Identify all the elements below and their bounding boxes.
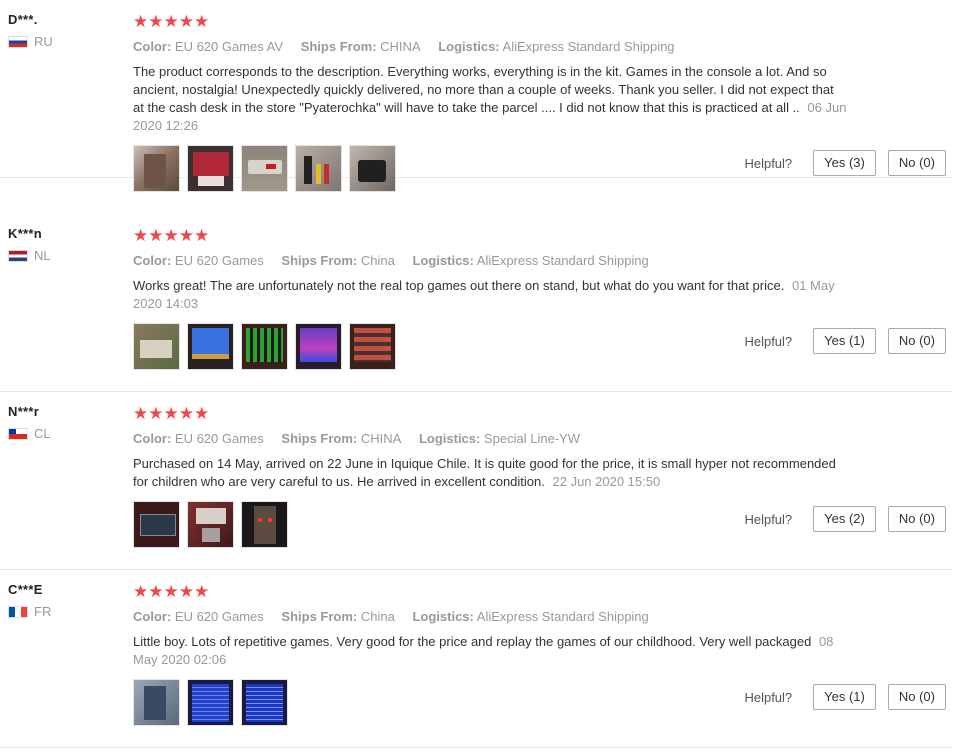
review-photo[interactable] <box>241 501 288 548</box>
review-body: Works great! The are unfortunately not t… <box>133 278 785 293</box>
helpful-no-button[interactable]: No (0) <box>887 506 946 532</box>
review-meta: Color: EU 620 Games Ships From: CHINA Lo… <box>133 431 853 447</box>
review-photo[interactable] <box>133 679 180 726</box>
ships-from-value: CHINA <box>360 431 402 446</box>
ships-from-value: China <box>360 253 395 268</box>
helpful-votes: Helpful? Yes (1) No (0) <box>744 684 946 710</box>
review-text: Works great! The are unfortunately not t… <box>133 277 848 313</box>
helpful-votes: Helpful? Yes (1) No (0) <box>744 328 946 354</box>
logistics-label: Logistics: <box>438 39 500 54</box>
review-photo[interactable] <box>295 323 342 370</box>
logistics-value: AliExpress Standard Shipping <box>476 609 649 624</box>
review-photo[interactable] <box>295 145 342 192</box>
logistics-value: AliExpress Standard Shipping <box>476 253 649 268</box>
reviewer-info: K***n NL <box>8 226 51 263</box>
color-value: EU 620 Games <box>174 253 264 268</box>
helpful-label: Helpful? <box>744 333 793 349</box>
logistics-value: Special Line-YW <box>483 431 581 446</box>
ships-from-value: CHINA <box>380 39 421 54</box>
review-photo[interactable] <box>187 145 234 192</box>
helpful-label: Helpful? <box>744 511 793 527</box>
review-photo[interactable] <box>133 501 180 548</box>
review-text: The product corresponds to the descripti… <box>133 63 848 135</box>
reviewer-name: C***E <box>8 582 43 597</box>
star-rating: ★★★★★ <box>133 12 210 31</box>
color-value: EU 620 Games AV <box>174 39 284 54</box>
logistics-label: Logistics: <box>418 431 481 446</box>
review-photo[interactable] <box>187 679 234 726</box>
color-label: Color: <box>133 39 172 54</box>
review-photo[interactable] <box>349 145 396 192</box>
helpful-yes-button[interactable]: Yes (1) <box>813 684 876 710</box>
flag-fr-icon <box>8 605 28 618</box>
logistics-label: Logistics: <box>412 609 474 624</box>
review-item: N***r CL ★★★★★ Color: EU 620 Games Ships… <box>0 392 952 570</box>
reviewer-country: NL <box>34 248 51 263</box>
review-meta: Color: EU 620 Games Ships From: China Lo… <box>133 253 853 269</box>
star-rating: ★★★★★ <box>133 404 210 423</box>
color-value: EU 620 Games <box>174 431 264 446</box>
helpful-yes-button[interactable]: Yes (3) <box>813 150 876 176</box>
review-body: Purchased on 14 May, arrived on 22 June … <box>133 456 836 489</box>
review-photos <box>133 323 396 370</box>
helpful-votes: Helpful? Yes (2) No (0) <box>744 506 946 532</box>
reviewer-country: CL <box>34 426 51 441</box>
ships-from-label: Ships From: <box>281 609 358 624</box>
reviewer-name: D***. <box>8 12 38 27</box>
review-item: C***E FR ★★★★★ Color: EU 620 Games Ships… <box>0 570 952 748</box>
star-rating: ★★★★★ <box>133 226 210 245</box>
helpful-yes-button[interactable]: Yes (2) <box>813 506 876 532</box>
reviewer-country: RU <box>34 34 53 49</box>
helpful-yes-button[interactable]: Yes (1) <box>813 328 876 354</box>
flag-nl-icon <box>8 249 28 262</box>
color-label: Color: <box>133 253 172 268</box>
color-label: Color: <box>133 609 172 624</box>
review-text: Purchased on 14 May, arrived on 22 June … <box>133 455 848 491</box>
logistics-value: AliExpress Standard Shipping <box>502 39 675 54</box>
reviewer-name: N***r <box>8 404 40 419</box>
flag-ru-icon <box>8 35 28 48</box>
helpful-no-button[interactable]: No (0) <box>887 150 946 176</box>
helpful-no-button[interactable]: No (0) <box>887 684 946 710</box>
helpful-votes: Helpful? Yes (3) No (0) <box>744 150 946 176</box>
review-photo[interactable] <box>241 145 288 192</box>
review-photo[interactable] <box>133 145 180 192</box>
review-photo[interactable] <box>133 323 180 370</box>
ships-from-label: Ships From: <box>300 39 377 54</box>
logistics-label: Logistics: <box>412 253 474 268</box>
reviewer-info: D***. RU <box>8 12 53 49</box>
helpful-label: Helpful? <box>744 689 793 705</box>
reviewer-info: N***r CL <box>8 404 51 441</box>
review-photo[interactable] <box>187 323 234 370</box>
review-text: Little boy. Lots of repetitive games. Ve… <box>133 633 848 669</box>
review-item: D***. RU ★★★★★ Color: EU 620 Games AV Sh… <box>0 0 952 192</box>
review-photos <box>133 501 288 548</box>
ships-from-label: Ships From: <box>281 253 358 268</box>
flag-cl-icon <box>8 427 28 440</box>
review-item: K***n NL ★★★★★ Color: EU 620 Games Ships… <box>0 214 952 392</box>
review-body: Little boy. Lots of repetitive games. Ve… <box>133 634 812 649</box>
reviewer-info: C***E FR <box>8 582 51 619</box>
review-photos <box>133 145 396 192</box>
review-date: 22 Jun 2020 15:50 <box>552 474 661 489</box>
review-body: The product corresponds to the descripti… <box>133 64 834 115</box>
review-photos <box>133 679 288 726</box>
review-meta: Color: EU 620 Games AV Ships From: CHINA… <box>133 39 853 55</box>
helpful-label: Helpful? <box>744 155 793 171</box>
ships-from-value: China <box>360 609 395 624</box>
review-photo[interactable] <box>241 323 288 370</box>
review-meta: Color: EU 620 Games Ships From: China Lo… <box>133 609 853 625</box>
reviewer-name: K***n <box>8 226 43 241</box>
star-rating: ★★★★★ <box>133 582 210 601</box>
helpful-no-button[interactable]: No (0) <box>887 328 946 354</box>
reviewer-country: FR <box>34 604 52 619</box>
ships-from-label: Ships From: <box>281 431 358 446</box>
review-photo[interactable] <box>241 679 288 726</box>
color-value: EU 620 Games <box>174 609 264 624</box>
review-photo[interactable] <box>349 323 396 370</box>
review-photo[interactable] <box>187 501 234 548</box>
color-label: Color: <box>133 431 172 446</box>
